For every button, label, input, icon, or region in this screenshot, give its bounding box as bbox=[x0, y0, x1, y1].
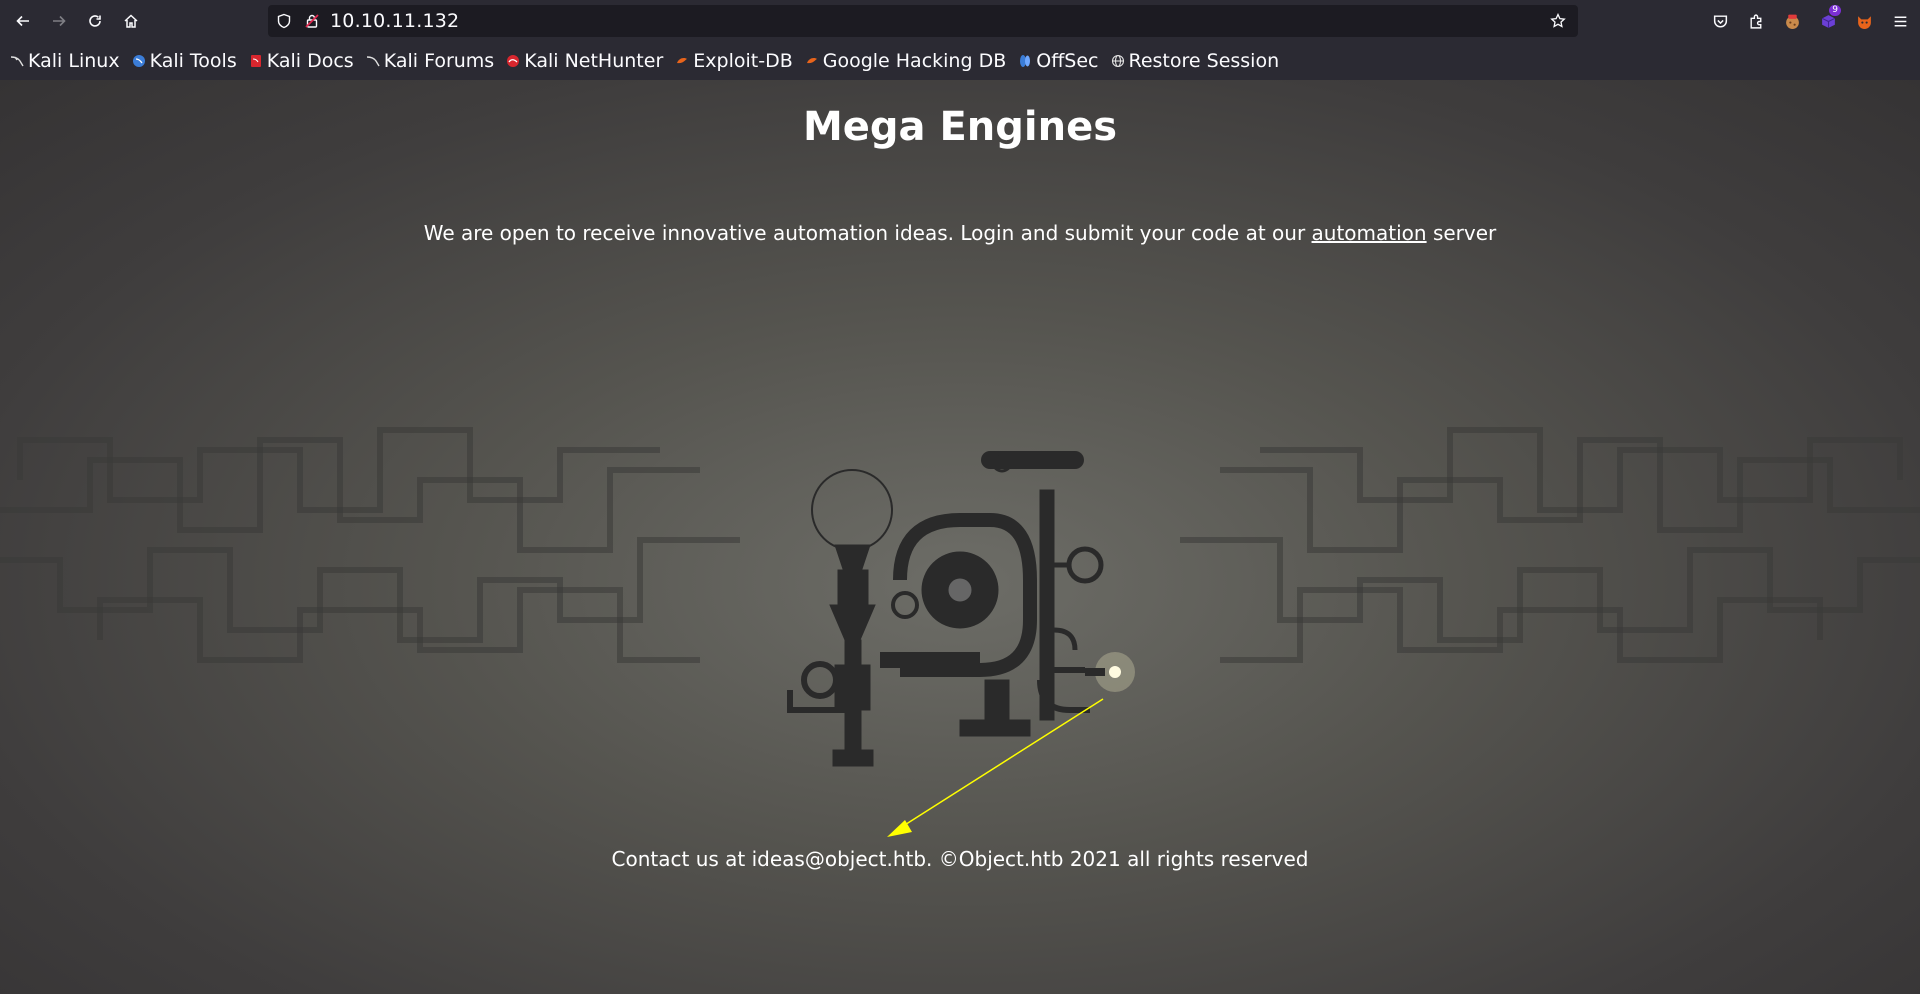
bookmark-google-hacking-db[interactable]: Google Hacking DB bbox=[805, 50, 1007, 72]
bookmark-label: Kali Docs bbox=[266, 50, 354, 72]
lightbulb-outline bbox=[811, 469, 893, 551]
machine bbox=[787, 451, 1135, 767]
bookmark-kali-tools[interactable]: Kali Tools bbox=[132, 50, 237, 72]
fox-icon bbox=[1857, 15, 1871, 29]
puzzle-icon bbox=[1749, 14, 1761, 29]
home-icon bbox=[124, 14, 138, 28]
toolbar-right: 9 bbox=[1706, 5, 1920, 36]
kali-docs-icon bbox=[249, 54, 263, 68]
bookmark-kali-nethunter[interactable]: Kali NetHunter bbox=[506, 50, 663, 72]
arrow-right-icon bbox=[53, 15, 66, 27]
foxyproxy-button[interactable]: 9 bbox=[1814, 5, 1842, 35]
intro-text-before: We are open to receive innovative automa… bbox=[423, 221, 1312, 245]
app-menu-button[interactable] bbox=[1886, 7, 1914, 35]
bookmark-exploit-db[interactable]: Exploit-DB bbox=[675, 50, 793, 72]
home-button[interactable] bbox=[116, 6, 146, 36]
reload-button[interactable] bbox=[80, 6, 110, 36]
bookmark-offsec[interactable]: OffSec bbox=[1018, 50, 1099, 72]
cookie-extension-button[interactable] bbox=[1778, 7, 1806, 35]
exploit-db-icon bbox=[675, 54, 689, 68]
bookmark-label: Exploit-DB bbox=[693, 50, 793, 72]
intro-text-after: server bbox=[1426, 221, 1497, 245]
browser-toolbar: 10.10.11.132 9 bbox=[0, 0, 1920, 42]
intro-text: We are open to receive innovative automa… bbox=[0, 221, 1920, 245]
pocket-button[interactable] bbox=[1706, 7, 1734, 35]
bookmark-label: Kali NetHunter bbox=[524, 50, 664, 72]
bookmark-kali-docs[interactable]: Kali Docs bbox=[249, 50, 354, 72]
nethunter-icon bbox=[506, 54, 520, 68]
bookmarks-toolbar: Kali Linux Kali Tools Kali Docs Kali For… bbox=[0, 42, 1920, 80]
kali-tools-icon bbox=[132, 54, 146, 68]
back-button[interactable] bbox=[8, 6, 38, 36]
fox-extension-button[interactable] bbox=[1850, 7, 1878, 35]
insecure-lock-icon[interactable] bbox=[304, 13, 320, 29]
url-text[interactable]: 10.10.11.132 bbox=[330, 10, 459, 32]
pocket-icon bbox=[1713, 14, 1727, 28]
kali-dragon-icon bbox=[10, 54, 24, 68]
bookmark-label: Kali Forums bbox=[383, 50, 495, 72]
bookmark-label: Kali Tools bbox=[149, 50, 237, 72]
browser-chrome: 10.10.11.132 9 Kali Linux Kali Tools Kal… bbox=[0, 0, 1920, 80]
bookmark-kali-forums[interactable]: Kali Forums bbox=[366, 50, 495, 72]
web-page: Mega Engines We are open to receive inno… bbox=[0, 80, 1920, 994]
page-title: Mega Engines bbox=[802, 104, 1118, 150]
url-bar[interactable]: 10.10.11.132 bbox=[268, 5, 1578, 37]
cookie-icon bbox=[1785, 14, 1799, 29]
extension-badge: 9 bbox=[1829, 5, 1841, 16]
globe-icon bbox=[1111, 54, 1125, 68]
hamburger-menu-icon bbox=[1894, 15, 1906, 27]
arrow-left-icon bbox=[16, 15, 29, 27]
forward-button[interactable] bbox=[44, 6, 74, 36]
bookmark-label: OffSec bbox=[1036, 50, 1099, 72]
footer-text: Contact us at ideas@object.htb. ©Object.… bbox=[611, 847, 1309, 871]
machine-illustration bbox=[0, 427, 1920, 767]
ghdb-icon bbox=[805, 54, 819, 68]
bookmark-label: Kali Linux bbox=[28, 50, 120, 72]
shield-icon[interactable] bbox=[276, 13, 292, 29]
bookmark-label: Restore Session bbox=[1128, 50, 1280, 72]
bookmark-restore-session[interactable]: Restore Session bbox=[1111, 50, 1280, 72]
kali-forums-icon bbox=[366, 54, 380, 68]
offsec-icon bbox=[1018, 54, 1032, 68]
extensions-button[interactable] bbox=[1742, 7, 1770, 35]
reload-icon bbox=[89, 15, 101, 27]
automation-link[interactable]: automation bbox=[1312, 221, 1427, 245]
bookmark-kali-linux[interactable]: Kali Linux bbox=[10, 50, 120, 72]
bookmark-label: Google Hacking DB bbox=[822, 50, 1007, 72]
bookmark-star-icon[interactable] bbox=[1550, 12, 1566, 29]
